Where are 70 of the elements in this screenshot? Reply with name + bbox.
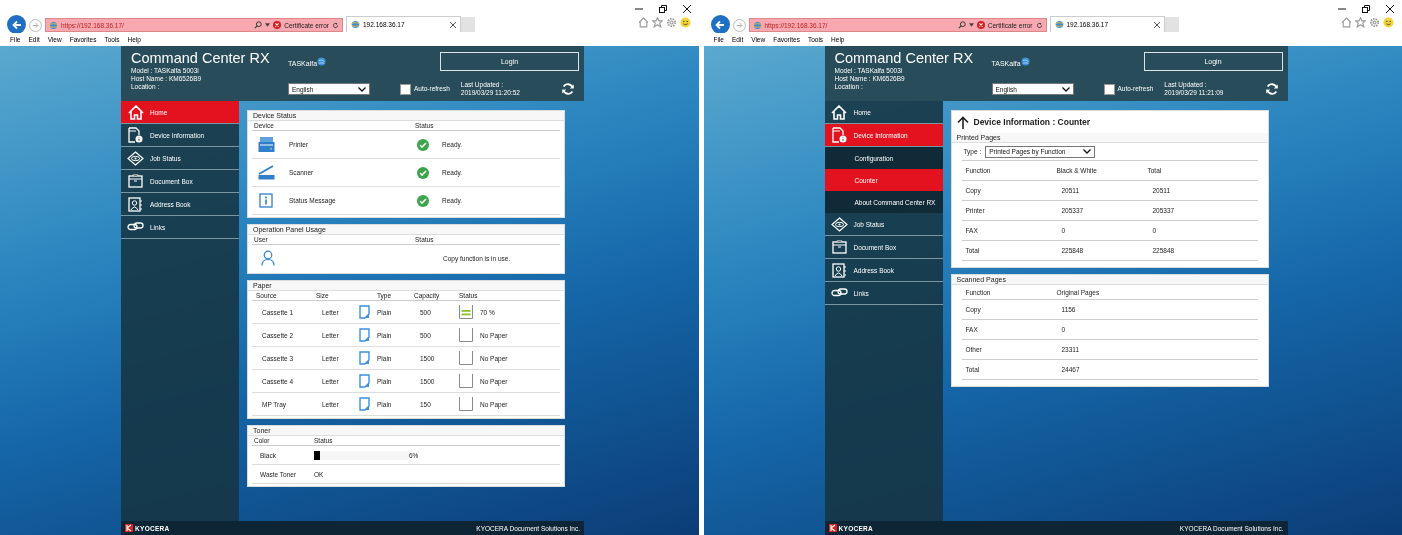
home-icon <box>831 104 847 120</box>
document-info-icon <box>128 127 143 143</box>
app-title: Command Center RX <box>834 50 975 66</box>
contact-book-icon <box>128 196 143 212</box>
globe-icon <box>351 20 360 29</box>
star-icon[interactable] <box>1355 17 1366 28</box>
empty-tray-icon <box>459 351 473 365</box>
smiley-icon[interactable] <box>679 17 691 28</box>
caret-icon[interactable] <box>265 23 271 27</box>
paper-sheet-icon <box>359 328 370 342</box>
refresh-icon[interactable] <box>1264 82 1279 96</box>
close-icon[interactable] <box>450 21 456 28</box>
paper-sheet-icon <box>359 397 370 411</box>
globe-icon <box>752 20 762 30</box>
restore-icon[interactable] <box>658 5 667 13</box>
link-icon <box>830 288 848 298</box>
empty-tray-icon <box>459 397 473 411</box>
arrow-left-icon <box>715 19 725 30</box>
scanner-icon <box>257 165 275 180</box>
app-title: Command Center RX <box>131 50 271 66</box>
minimize-icon[interactable] <box>1338 5 1346 13</box>
folder-icon <box>831 240 847 254</box>
arrow-right-icon <box>735 22 743 29</box>
home-icon <box>127 104 144 120</box>
close-icon[interactable] <box>1153 21 1160 28</box>
refresh-icon[interactable] <box>1035 21 1043 29</box>
arrow-up-icon[interactable] <box>956 115 969 129</box>
user-icon <box>261 250 275 266</box>
paper-sheet-icon <box>359 351 370 365</box>
globe-icon <box>317 57 327 66</box>
contact-book-icon <box>831 262 847 278</box>
empty-tray-icon <box>459 328 473 342</box>
minimize-icon[interactable] <box>634 5 643 13</box>
close-icon[interactable] <box>1386 5 1394 13</box>
error-icon <box>976 21 985 29</box>
printer-icon <box>257 136 275 153</box>
close-icon[interactable] <box>682 5 691 13</box>
chevron-down-icon <box>1083 149 1092 154</box>
eye-icon <box>830 216 848 232</box>
search-icon[interactable] <box>254 21 263 29</box>
folder-icon <box>128 174 143 188</box>
smiley-icon[interactable] <box>1383 17 1394 28</box>
paper-sheet-icon <box>359 374 370 388</box>
refresh-icon[interactable] <box>332 21 339 29</box>
globe-icon <box>49 20 58 30</box>
chevron-down-icon <box>1061 86 1070 92</box>
arrow-left-icon <box>11 19 22 30</box>
home-icon[interactable] <box>1341 17 1352 28</box>
info-icon <box>259 193 273 208</box>
document-info-icon <box>831 127 847 143</box>
search-icon[interactable] <box>957 21 966 29</box>
globe-icon <box>1020 57 1030 66</box>
error-icon <box>273 21 282 29</box>
link-icon <box>127 222 144 232</box>
page-title: Device Information : Counter <box>973 117 1091 127</box>
auto-refresh-checkbox[interactable] <box>1103 83 1115 95</box>
caret-icon[interactable] <box>968 23 974 27</box>
logo-icon <box>828 524 837 532</box>
star-icon[interactable] <box>651 17 663 28</box>
logo-icon <box>125 524 133 532</box>
arrow-right-icon <box>32 22 39 29</box>
globe-icon <box>1054 20 1064 29</box>
empty-tray-icon <box>459 374 473 388</box>
eye-icon <box>127 150 144 166</box>
settings-icon[interactable] <box>1369 17 1380 28</box>
tray-with-paper-icon <box>459 305 473 319</box>
restore-icon[interactable] <box>1362 5 1370 13</box>
auto-refresh-checkbox[interactable] <box>400 83 411 95</box>
chevron-down-icon <box>358 86 366 92</box>
paper-sheet-icon <box>359 305 370 319</box>
